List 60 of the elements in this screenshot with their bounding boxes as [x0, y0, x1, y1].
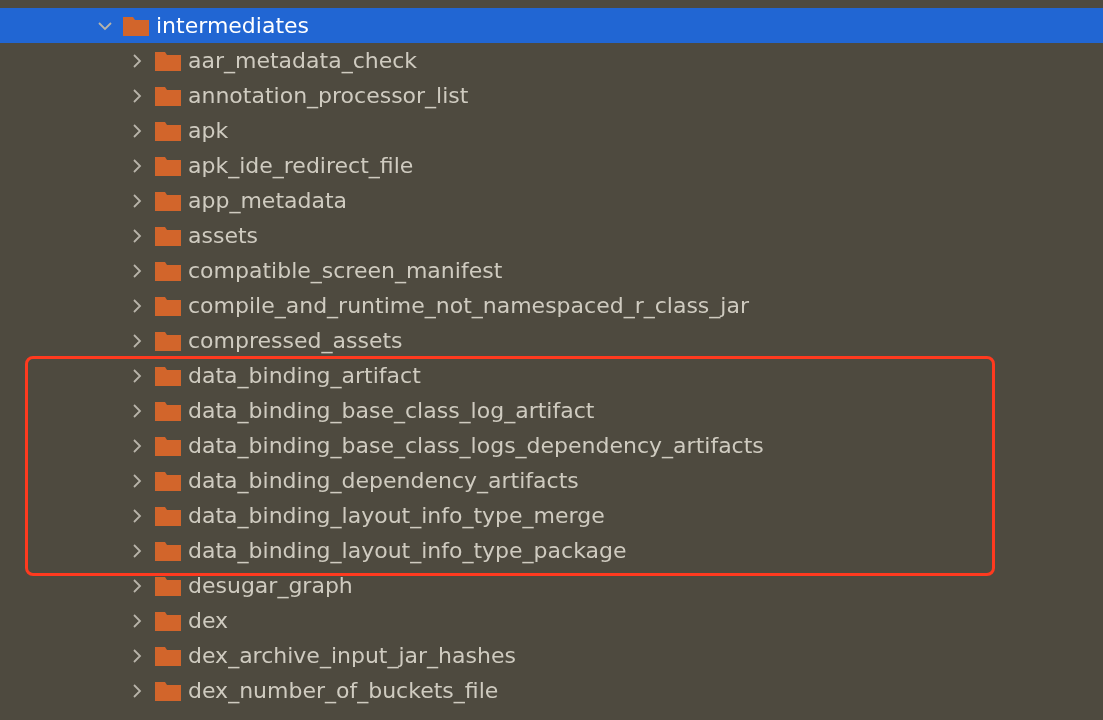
tree-row[interactable]: data_binding_dependency_artifacts: [0, 463, 1103, 498]
folder-name: desugar_graph: [188, 573, 353, 598]
folder-name: data_binding_layout_info_type_package: [188, 538, 627, 563]
folder-name: dex: [188, 608, 229, 633]
folder-icon: [155, 575, 181, 596]
folder-name: assets: [188, 223, 259, 248]
folder-icon: [155, 505, 181, 526]
tree-row[interactable]: dex_number_of_buckets_file: [0, 673, 1103, 708]
folder-icon: [155, 470, 181, 491]
folder-name: compressed_assets: [188, 328, 403, 353]
folder-name: dex_archive_input_jar_hashes: [188, 643, 516, 668]
folder-icon: [155, 435, 181, 456]
folder-icon: [155, 330, 181, 351]
tree-row[interactable]: compressed_assets: [0, 323, 1103, 358]
folder-name: dex_number_of_buckets_file: [188, 678, 499, 703]
folder-icon: [155, 50, 181, 71]
tree-row[interactable]: intermediates: [0, 8, 1103, 43]
folder-icon: [155, 190, 181, 211]
tree-row[interactable]: app_metadata: [0, 183, 1103, 218]
folder-icon: [155, 85, 181, 106]
folder-icon: [123, 15, 149, 36]
tree-row[interactable]: apk: [0, 113, 1103, 148]
folder-name: aar_metadata_check: [188, 48, 418, 73]
tree-row[interactable]: assets: [0, 218, 1103, 253]
tree-row[interactable]: data_binding_artifact: [0, 358, 1103, 393]
folder-name: compatible_screen_manifest: [188, 258, 503, 283]
tree-row[interactable]: dex_archive_input_jar_hashes: [0, 638, 1103, 673]
folder-name: app_metadata: [188, 188, 348, 213]
folder-icon: [155, 225, 181, 246]
folder-icon: [155, 295, 181, 316]
folder-name: apk: [188, 118, 229, 143]
folder-icon: [155, 540, 181, 561]
folder-icon: [155, 365, 181, 386]
folder-icon: [155, 155, 181, 176]
folder-icon: [155, 400, 181, 421]
folder-name: data_binding_base_class_logs_dependency_artifacts: [188, 433, 764, 458]
folder-icon: [155, 610, 181, 631]
folder-name: data_binding_artifact: [188, 363, 421, 388]
tree-row[interactable]: dex: [0, 603, 1103, 638]
folder-name: apk_ide_redirect_file: [188, 153, 414, 178]
folder-icon: [155, 260, 181, 281]
folder-name: annotation_processor_list: [188, 83, 469, 108]
tree-row[interactable]: apk_ide_redirect_file: [0, 148, 1103, 183]
tree-row[interactable]: data_binding_layout_info_type_package: [0, 533, 1103, 568]
folder-name: data_binding_layout_info_type_merge: [188, 503, 605, 528]
folder-name: data_binding_dependency_artifacts: [188, 468, 579, 493]
tree-row[interactable]: data_binding_layout_info_type_merge: [0, 498, 1103, 533]
tree-row[interactable]: compatible_screen_manifest: [0, 253, 1103, 288]
tree-row[interactable]: desugar_graph: [0, 568, 1103, 603]
folder-icon: [155, 680, 181, 701]
folder-icon: [155, 645, 181, 666]
folder-name: compile_and_runtime_not_namespaced_r_class_jar: [188, 293, 749, 318]
tree-row[interactable]: aar_metadata_check: [0, 43, 1103, 78]
folder-name: intermediates: [156, 13, 310, 38]
tree-row[interactable]: data_binding_base_class_log_artifact: [0, 393, 1103, 428]
tree-row[interactable]: data_binding_base_class_logs_dependency_artifacts: [0, 428, 1103, 463]
folder-icon: [155, 120, 181, 141]
folder-name: data_binding_base_class_log_artifact: [188, 398, 595, 423]
tree-row[interactable]: compile_and_runtime_not_namespaced_r_class_jar: [0, 288, 1103, 323]
tree-row[interactable]: annotation_processor_list: [0, 78, 1103, 113]
